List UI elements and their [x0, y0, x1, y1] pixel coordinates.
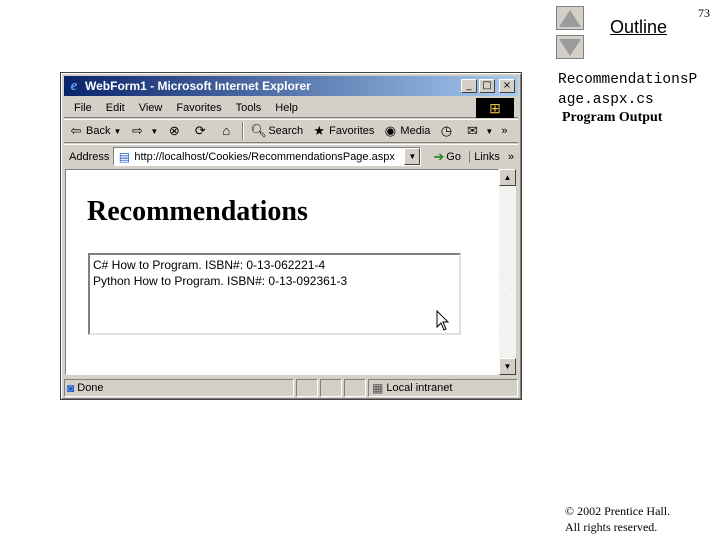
- address-label: Address: [69, 150, 110, 163]
- media-icon: ◉: [384, 123, 397, 138]
- menu-bar: File Edit View Favorites Tools Help ⊞: [64, 98, 518, 118]
- browser-window: e WebForm1 - Microsoft Internet Explorer…: [60, 72, 522, 400]
- list-item[interactable]: Python How to Program. ISBN#: 0-13-09236…: [93, 273, 456, 289]
- arrow-up-icon: [559, 9, 581, 27]
- toolbar-more-button[interactable]: »: [497, 125, 511, 137]
- search-button[interactable]: 🔍︎ Search: [246, 123, 307, 139]
- list-item[interactable]: C# How to Program. ISBN#: 0-13-062221-4: [93, 257, 456, 273]
- copyright-line-1: © 2002 Prentice Hall.: [565, 504, 671, 518]
- menu-help[interactable]: Help: [268, 102, 305, 114]
- mail-icon: ✉: [466, 123, 478, 138]
- search-label: Search: [268, 125, 304, 137]
- security-zone-panel: ▦ Local intranet: [368, 379, 518, 397]
- refresh-button[interactable]: ⟳: [188, 123, 214, 139]
- mail-button[interactable]: ✉ ▼: [460, 123, 497, 139]
- favorites-button[interactable]: ★ Favorites: [307, 123, 378, 139]
- next-slide-button[interactable]: [556, 35, 584, 59]
- stop-button[interactable]: ⊗: [162, 123, 188, 139]
- minimize-button[interactable]: _: [461, 79, 477, 93]
- back-arrow-icon: ⇦: [70, 123, 82, 138]
- vertical-scrollbar[interactable]: ▲ ▼: [499, 169, 516, 375]
- forward-arrow-icon: ⇨: [131, 123, 143, 138]
- chevron-down-icon: ▼: [485, 126, 494, 136]
- menu-favorites[interactable]: Favorites: [169, 102, 228, 114]
- outline-link[interactable]: Outline: [610, 17, 667, 38]
- stop-icon: ⊗: [168, 123, 180, 138]
- recommendations-listbox[interactable]: C# How to Program. ISBN#: 0-13-062221-4 …: [88, 253, 461, 335]
- close-button[interactable]: ×: [499, 79, 515, 93]
- scroll-up-button[interactable]: ▲: [499, 169, 516, 186]
- history-icon: ◷: [440, 123, 453, 138]
- menu-tools[interactable]: Tools: [229, 102, 269, 114]
- scroll-down-button[interactable]: ▼: [499, 358, 516, 375]
- menu-file[interactable]: File: [67, 102, 99, 114]
- status-panel: [320, 379, 342, 397]
- status-panel: [344, 379, 366, 397]
- address-dropdown-button[interactable]: ▼: [404, 148, 421, 165]
- maximize-button[interactable]: □: [479, 79, 495, 93]
- window-title: WebForm1 - Microsoft Internet Explorer: [85, 79, 311, 93]
- intranet-icon: ▦: [372, 381, 384, 395]
- go-label: Go: [446, 150, 461, 163]
- windows-logo-icon: ⊞: [476, 98, 514, 118]
- status-panel: [296, 379, 318, 397]
- address-input[interactable]: ▤ http://localhost/Cookies/Recommendatio…: [113, 147, 422, 166]
- menu-edit[interactable]: Edit: [99, 102, 132, 114]
- go-button[interactable]: ➔ Go: [429, 149, 465, 165]
- page-heading: Recommendations: [87, 196, 308, 227]
- status-bar: ◙ Done ▦ Local intranet: [64, 378, 518, 398]
- file-subtitle: Program Output: [562, 110, 663, 125]
- search-icon: 🔍︎: [250, 123, 267, 138]
- media-label: Media: [400, 125, 431, 137]
- media-button[interactable]: ◉ Media: [378, 123, 434, 139]
- page-icon: ▤: [118, 149, 131, 164]
- address-bar: Address ▤ http://localhost/Cookies/Recom…: [64, 144, 518, 168]
- menu-view[interactable]: View: [132, 102, 170, 114]
- home-button[interactable]: ⌂: [214, 123, 240, 139]
- toolbar-separator: [242, 122, 245, 140]
- previous-slide-button[interactable]: [556, 6, 584, 30]
- status-text: Done: [77, 382, 104, 394]
- forward-button[interactable]: ⇨ ▼: [125, 123, 162, 139]
- zone-label: Local intranet: [386, 382, 453, 394]
- ie-logo-icon: e: [70, 77, 78, 94]
- status-text-panel: ◙ Done: [64, 379, 294, 397]
- favorites-icon: ★: [313, 123, 325, 138]
- links-button[interactable]: Links: [469, 150, 504, 163]
- page-content: Recommendations C# How to Program. ISBN#…: [65, 169, 499, 375]
- mouse-cursor-icon: [436, 310, 450, 331]
- standard-toolbar: ⇦ Back ▼ ⇨ ▼ ⊗ ⟳ ⌂ 🔍︎ Search ★ Favorites…: [64, 119, 518, 143]
- title-bar[interactable]: e WebForm1 - Microsoft Internet Explorer…: [64, 76, 518, 96]
- favorites-label: Favorites: [329, 125, 375, 137]
- back-label: Back: [86, 125, 111, 137]
- chevron-down-icon: ▼: [150, 126, 159, 136]
- page-number: 73: [698, 6, 710, 20]
- address-url[interactable]: http://localhost/Cookies/Recommendations…: [134, 151, 404, 163]
- go-arrow-icon: ➔: [433, 148, 445, 164]
- file-title: RecommendationsP age.aspx.cs: [558, 72, 698, 108]
- copyright-line-2: All rights reserved.: [565, 520, 658, 534]
- copyright: © 2002 Prentice Hall. All rights reserve…: [565, 503, 670, 535]
- page-done-icon: ◙: [67, 381, 75, 395]
- back-button[interactable]: ⇦ Back ▼: [64, 123, 125, 139]
- history-button[interactable]: ◷: [434, 123, 460, 139]
- chevron-down-icon: ▼: [113, 126, 122, 136]
- arrow-down-icon: [559, 38, 581, 56]
- links-more-button[interactable]: »: [504, 151, 518, 163]
- home-icon: ⌂: [222, 123, 231, 138]
- refresh-icon: ⟳: [194, 123, 206, 138]
